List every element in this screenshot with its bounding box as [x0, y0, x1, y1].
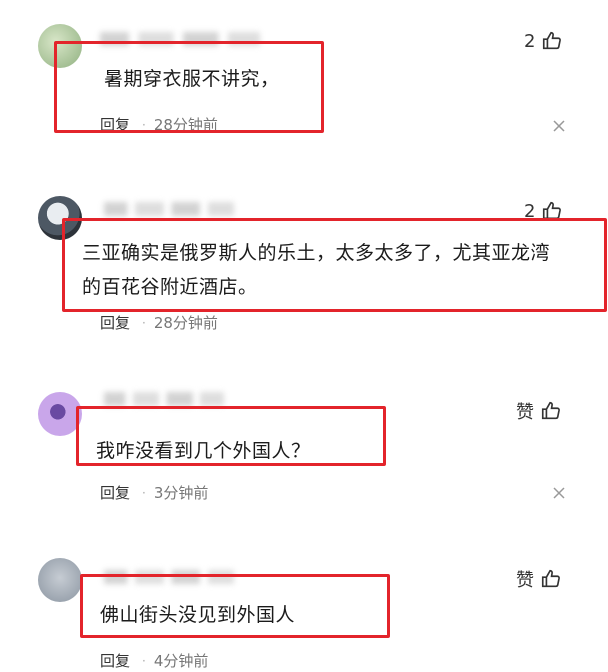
like-button[interactable]: 赞	[516, 398, 562, 424]
thumbs-up-icon	[541, 569, 560, 588]
like-count: 2	[524, 30, 536, 52]
separator-dot: ·	[142, 315, 146, 330]
thumbs-up-icon	[541, 401, 560, 420]
more-options-icon[interactable]	[553, 120, 565, 132]
avatar[interactable]	[38, 558, 82, 602]
comment-meta: 回复 · 3分钟前	[100, 482, 208, 503]
like-count: 赞	[516, 570, 534, 591]
like-button[interactable]: 2	[524, 30, 563, 52]
comment-meta: 回复 · 4分钟前	[100, 650, 208, 671]
comment-list: 2 暑期穿衣服不讲究， 回复 · 28分钟前 2 三亚确实是俄罗斯人的乐土，太多…	[0, 0, 608, 672]
comment-meta: 回复 · 28分钟前	[100, 312, 218, 333]
highlight-box	[54, 41, 324, 133]
username[interactable]	[104, 202, 234, 216]
reply-button[interactable]: 回复	[100, 650, 130, 671]
more-options-icon[interactable]	[553, 487, 565, 499]
highlight-box	[62, 218, 607, 312]
username[interactable]	[104, 392, 224, 406]
like-count: 赞	[516, 402, 534, 423]
like-button[interactable]: 赞	[516, 566, 562, 592]
timestamp: 3分钟前	[153, 484, 209, 502]
timestamp: 4分钟前	[153, 652, 209, 670]
separator-dot: ·	[142, 485, 146, 500]
separator-dot: ·	[142, 653, 146, 668]
highlight-box	[80, 574, 390, 638]
highlight-box	[76, 406, 386, 466]
reply-button[interactable]: 回复	[100, 312, 130, 333]
thumbs-up-icon	[543, 31, 562, 50]
timestamp: 28分钟前	[153, 314, 218, 332]
reply-button[interactable]: 回复	[100, 482, 130, 503]
